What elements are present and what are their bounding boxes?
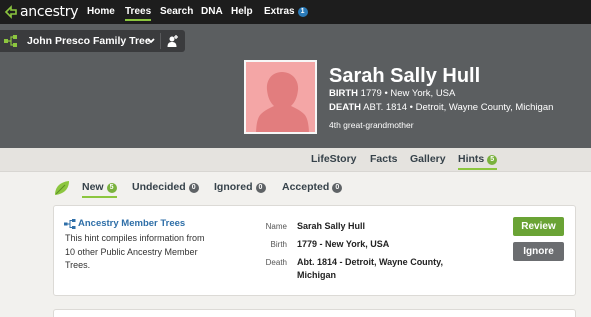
ancestry-leaf-icon [4, 5, 17, 19]
relationship: 4th great-grandmother [329, 120, 414, 130]
tab-gallery[interactable]: Gallery [410, 153, 446, 166]
person-header: John Presco Family Tree Sarah Sally Hull… [0, 24, 591, 148]
birth-fact: BIRTH 1779 • New York, USA [329, 88, 455, 100]
tree-name: John Presco Family Tree [27, 35, 151, 47]
tree-selector[interactable]: John Presco Family Tree [0, 30, 185, 52]
filter-undecided[interactable]: Undecided 0 [132, 181, 199, 194]
birth-row-value: 1779 - New York, USA [297, 239, 390, 249]
name-label: Name [265, 222, 287, 231]
top-nav: ancestry Home Trees Search DNA Help Extr… [0, 0, 591, 24]
filter-accepted-label: Accepted [282, 181, 330, 193]
nav-trees[interactable]: Trees [125, 6, 152, 21]
ancestry-logo[interactable]: ancestry [4, 4, 78, 20]
filter-ignored-label: Ignored [214, 181, 253, 193]
tab-hints[interactable]: Hints 5 [458, 153, 498, 170]
extras-badge: 1 [297, 7, 308, 17]
name-value: Sarah Sally Hull [297, 221, 366, 231]
review-button[interactable]: Review [513, 217, 564, 236]
filter-ignored[interactable]: Ignored 0 [214, 181, 266, 194]
new-count-badge: 5 [106, 183, 117, 193]
accepted-count-badge: 0 [332, 183, 343, 193]
member-trees-icon [64, 219, 76, 229]
source-title-link[interactable]: Ancestry Member Trees [78, 218, 185, 230]
birth-row-label: Birth [270, 240, 287, 249]
tab-facts[interactable]: Facts [370, 153, 397, 166]
death-row-value: Abt. 1814 - Detroit, Wayne County, Michi… [297, 257, 444, 280]
tab-hints-label: Hints [458, 153, 485, 165]
tree-icon [4, 35, 17, 47]
next-hint-card [53, 309, 576, 317]
filter-undecided-label: Undecided [132, 181, 186, 193]
leaf-hint-icon [55, 181, 69, 195]
nav-home[interactable]: Home [87, 6, 115, 18]
undecided-count-badge: 0 [188, 183, 199, 193]
tree-divider [160, 33, 161, 49]
birth-label: BIRTH [329, 88, 359, 99]
filter-new-label: New [82, 181, 104, 193]
filter-new[interactable]: New 5 [82, 181, 117, 198]
birth-value: 1779 • New York, USA [360, 88, 456, 99]
female-silhouette-icon [256, 72, 309, 132]
ignore-button[interactable]: Ignore [513, 242, 564, 261]
source-description: This hint compiles information from 10 o… [65, 233, 205, 270]
share-person-icon[interactable] [167, 35, 179, 47]
death-value: ABT. 1814 • Detroit, Wayne County, Michi… [363, 102, 554, 113]
death-label: DEATH [329, 102, 362, 113]
nav-extras-label: Extras [264, 6, 295, 17]
logo-text: ancestry [20, 4, 79, 20]
person-name: Sarah Sally Hull [329, 65, 481, 87]
nav-search[interactable]: Search [160, 6, 193, 18]
nav-help[interactable]: Help [231, 6, 253, 18]
chevron-down-icon[interactable] [146, 35, 156, 47]
hint-card: Ancestry Member Trees This hint compiles… [53, 205, 576, 296]
death-row-label: Death [265, 258, 287, 267]
nav-extras[interactable]: Extras 1 [264, 6, 308, 18]
profile-tabs: LifeStory Facts Gallery Hints 5 [0, 148, 591, 172]
nav-dna[interactable]: DNA [201, 6, 223, 18]
person-portrait[interactable] [244, 60, 317, 134]
hints-count-badge: 5 [487, 155, 498, 165]
filter-accepted[interactable]: Accepted 0 [282, 181, 343, 194]
tab-lifestory[interactable]: LifeStory [311, 153, 357, 166]
death-fact: DEATH ABT. 1814 • Detroit, Wayne County,… [329, 102, 553, 114]
ignored-count-badge: 0 [255, 183, 266, 193]
